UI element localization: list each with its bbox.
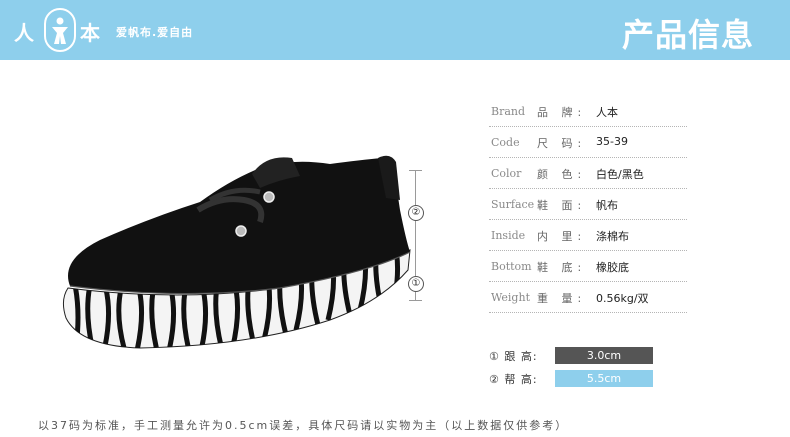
spec-row-weight: Weight 重 量: 0.56kg/双 xyxy=(489,282,687,313)
spec-label-cn: 尺 码: xyxy=(537,137,587,150)
spec-value: 橡胶底 xyxy=(596,261,629,274)
page-title: 产品信息 xyxy=(621,16,754,54)
upper-height-label: ② 帮 高: xyxy=(489,373,538,386)
spec-value: 白色/黑色 xyxy=(596,168,644,181)
measure-mark-upper: ② xyxy=(408,205,424,221)
spec-label-cn: 重 量: xyxy=(537,292,587,305)
measure-mark-heel: ① xyxy=(408,276,424,292)
measure-tick-top xyxy=(409,170,422,171)
spec-label-en: Bottom xyxy=(491,260,532,273)
spec-label-cn: 鞋 面: xyxy=(537,199,587,212)
spec-row-surface: Surface 鞋 面: 帆布 xyxy=(489,189,687,220)
upper-height-row: ② 帮 高: 5.5cm xyxy=(489,370,659,387)
spec-label-en: Brand xyxy=(491,105,526,118)
spec-row-bottom: Bottom 鞋 底: 橡胶底 xyxy=(489,251,687,282)
logo-text-right: 本 xyxy=(80,21,100,45)
upper-height-value: 5.5cm xyxy=(555,370,653,387)
spec-table: Brand 品 牌: 人本 Code 尺 码: 35-39 Color 颜 色:… xyxy=(489,96,687,313)
product-image xyxy=(30,140,430,370)
spec-row-code: Code 尺 码: 35-39 xyxy=(489,127,687,158)
logo-text-left: 人 xyxy=(14,21,34,45)
header-banner: 人 本 爱帆布.爱自由 产品信息 xyxy=(0,0,790,60)
spec-row-inside: Inside 内 里: 涤棉布 xyxy=(489,220,687,251)
spec-label-en: Color xyxy=(491,167,522,180)
spec-label-en: Code xyxy=(491,136,520,149)
spec-row-color: Color 颜 色: 白色/黑色 xyxy=(489,158,687,189)
heel-height-value: 3.0cm xyxy=(555,347,653,364)
heel-height-label: ① 跟 高: xyxy=(489,350,538,363)
spec-label-cn: 颜 色: xyxy=(537,168,587,181)
spec-label-en: Weight xyxy=(491,291,530,304)
brand-slogan: 爱帆布.爱自由 xyxy=(116,26,194,39)
measure-tick-bottom xyxy=(409,300,422,301)
heel-height-row: ① 跟 高: 3.0cm xyxy=(489,347,659,364)
spec-value: 35-39 xyxy=(596,135,628,148)
spec-label-en: Inside xyxy=(491,229,526,242)
spec-label-cn: 内 里: xyxy=(537,230,587,243)
spec-value: 涤棉布 xyxy=(596,230,629,243)
spec-label-cn: 鞋 底: xyxy=(537,261,587,274)
spec-value: 0.56kg/双 xyxy=(596,292,649,305)
brand-logo-icon xyxy=(44,8,76,52)
spec-label-cn: 品 牌: xyxy=(537,106,587,119)
spec-value: 帆布 xyxy=(596,199,618,212)
spec-row-brand: Brand 品 牌: 人本 xyxy=(489,96,687,127)
spec-label-en: Surface xyxy=(491,198,535,211)
spec-value: 人本 xyxy=(596,106,618,119)
measurement-footnote: 以37码为标准，手工测量允许为0.5cm误差，具体尺码请以实物为主（以上数据仅供… xyxy=(38,419,569,432)
